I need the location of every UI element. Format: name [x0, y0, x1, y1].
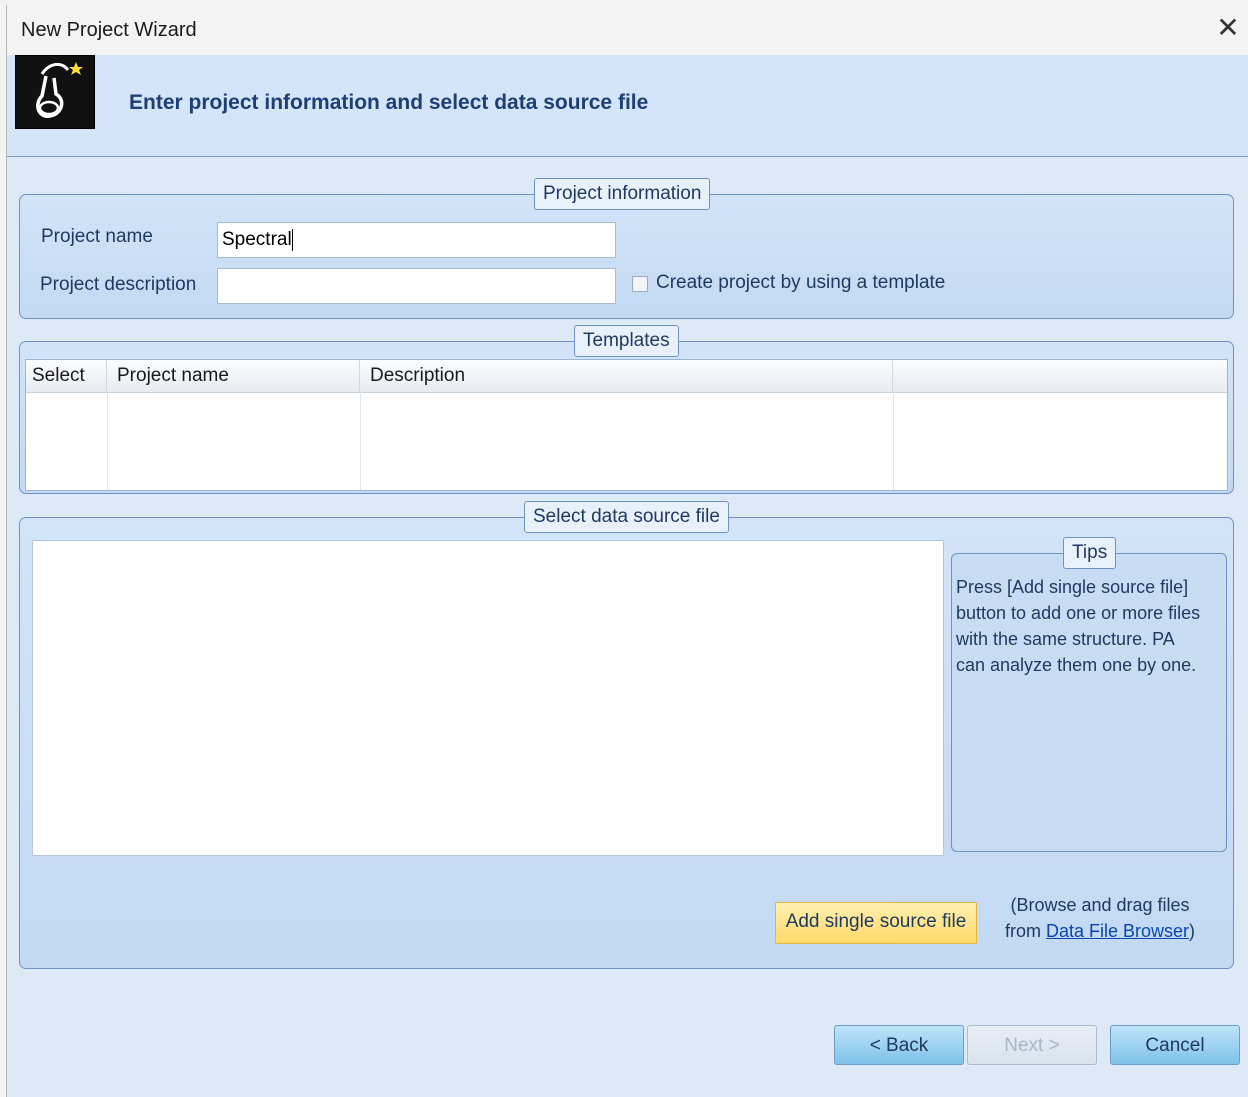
browse-note-close: ) — [1189, 921, 1196, 941]
column-header-extra[interactable] — [893, 360, 1227, 392]
column-divider — [360, 392, 361, 490]
wizard-logo-icon — [15, 55, 95, 129]
templates-group: Templates Select Project name Descriptio… — [19, 325, 1234, 494]
project-description-label: Project description — [40, 274, 197, 295]
add-single-source-file-button[interactable]: Add single source file — [775, 902, 977, 944]
project-name-input[interactable]: Spectral — [217, 222, 616, 258]
project-name-value: Spectral — [222, 229, 292, 250]
project-description-input[interactable] — [217, 268, 616, 304]
templates-table: Select Project name Description — [25, 359, 1228, 491]
project-name-label: Project name — [41, 226, 153, 247]
data-source-legend: Select data source file — [524, 501, 729, 533]
tips-text: Press [Add single source file] button to… — [956, 577, 1201, 675]
text-caret — [291, 228, 293, 251]
new-project-wizard-window: New Project Wizard ✕ Enter project infor… — [6, 5, 1248, 1097]
next-button[interactable]: Next > — [967, 1025, 1097, 1065]
templates-table-header: Select Project name Description — [26, 360, 1227, 393]
source-file-list[interactable] — [32, 540, 944, 856]
tips-legend: Tips — [1063, 537, 1117, 569]
data-source-group: Select data source file Tips Press [Add … — [19, 501, 1234, 969]
browse-note: (Browse and drag files from Data File Br… — [990, 892, 1210, 944]
column-header-select[interactable]: Select — [26, 360, 107, 392]
window-title: New Project Wizard — [21, 19, 197, 41]
templates-legend: Templates — [574, 325, 679, 357]
browse-note-line1: (Browse and drag files — [1010, 895, 1190, 915]
column-divider — [893, 392, 894, 490]
column-header-project-name[interactable]: Project name — [107, 360, 360, 392]
template-checkbox[interactable] — [632, 276, 648, 292]
cancel-button[interactable]: Cancel — [1110, 1025, 1240, 1065]
browse-note-line2: from Data File Browser) — [990, 918, 1210, 944]
column-divider — [107, 392, 108, 490]
title-bar: New Project Wizard ✕ — [7, 5, 1248, 55]
template-checkbox-label[interactable]: Create project by using a template — [656, 272, 945, 294]
wizard-banner: Enter project information and select dat… — [7, 55, 1248, 157]
back-button[interactable]: < Back — [834, 1025, 964, 1065]
column-header-description[interactable]: Description — [360, 360, 893, 392]
banner-heading: Enter project information and select dat… — [129, 91, 649, 114]
project-information-legend: Project information — [534, 178, 711, 210]
data-file-browser-link[interactable]: Data File Browser — [1046, 921, 1189, 941]
close-icon[interactable]: ✕ — [1213, 13, 1243, 43]
tips-panel: Tips Press [Add single source file] butt… — [951, 537, 1227, 852]
browse-note-from: from — [1004, 921, 1046, 941]
project-information-group: Project information Project name Spectra… — [19, 178, 1234, 319]
